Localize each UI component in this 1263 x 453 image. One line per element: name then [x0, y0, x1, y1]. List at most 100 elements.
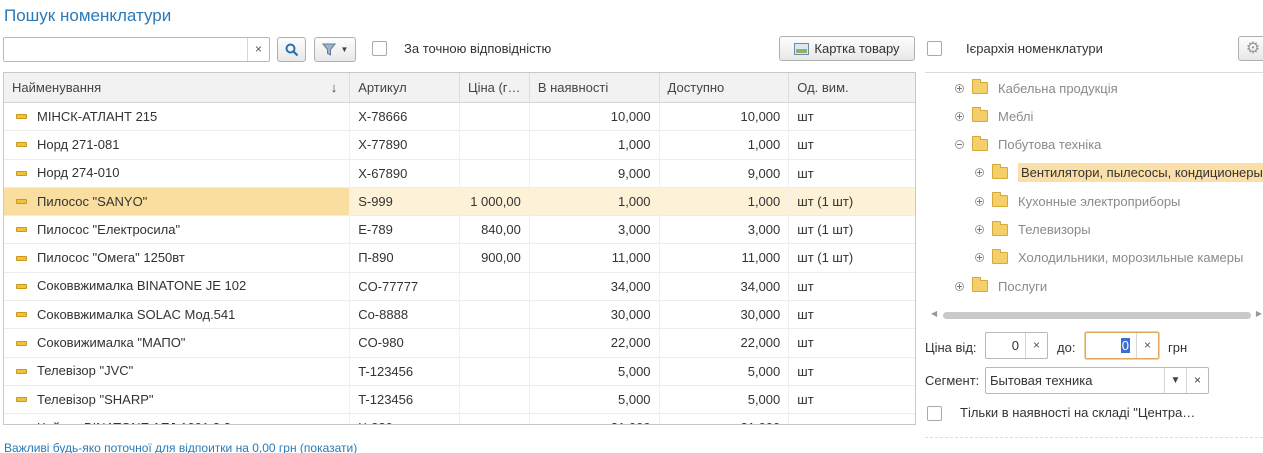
tree-item[interactable]: Послуги	[955, 275, 1047, 297]
table-row[interactable]: Телевізор "JVC" T-123456 5,000 5,000 шт	[4, 357, 915, 386]
cell-price	[460, 357, 530, 385]
column-header-available[interactable]: Доступно	[660, 73, 790, 102]
cell-price	[460, 329, 530, 357]
product-name: Пилосос "Омега" 1250вт	[37, 250, 185, 266]
table-row[interactable]: МІНСК-АТЛАНТ 215 X-78666 10,000 10,000 шт	[4, 103, 915, 132]
cell-price	[460, 159, 530, 187]
table-row[interactable]: Норд 274-010 X-67890 9,000 9,000 шт	[4, 159, 915, 188]
expand-icon[interactable]	[975, 196, 984, 206]
expand-icon[interactable]	[975, 253, 984, 263]
column-header-sku[interactable]: Артикул	[350, 73, 460, 102]
cell-in-stock: 1,000	[530, 187, 660, 216]
table-row[interactable]: Чайник BINATONE AEJ-1001 2,2л Ч-880 21,000…	[4, 414, 915, 424]
search-input[interactable]	[4, 38, 244, 61]
cell-unit: шт (1 шт)	[797, 250, 854, 266]
segment-label: Сегмент:	[925, 373, 980, 388]
cell-available: 22,000	[660, 329, 790, 357]
price-to-value[interactable]: 0	[1086, 333, 1136, 358]
clear-segment-button[interactable]: ×	[1186, 368, 1208, 393]
product-name: Норд 271-081	[37, 136, 120, 152]
product-icon	[16, 312, 27, 318]
folder-icon	[992, 163, 1008, 179]
table-row[interactable]: Соковвжималка SOLAC Мод.541 Co-8888 30,000…	[4, 301, 915, 330]
expand-icon[interactable]	[955, 281, 964, 291]
table-row[interactable]: Пилосос "Омега" 1250вт П-890 900,00 11,000 1…	[4, 244, 915, 273]
table-row[interactable]: Пилосос "SANYO" S-999 1 000,00 1,000 1,000 шт…	[4, 187, 915, 217]
tree-horizontal-scrollbar[interactable]: ◀ ▶	[925, 309, 1263, 322]
cell-in-stock: 22,000	[530, 329, 660, 357]
cell-available: 5,000	[660, 385, 790, 414]
search-field[interactable]: ×	[3, 37, 270, 62]
product-icon	[16, 368, 27, 374]
table-row[interactable]: Соковвжималка BINATONE JE 102 CO-77777 34,…	[4, 272, 915, 302]
table-row[interactable]: Телевізор "SHARP" T-123456 5,000 5,000 шт	[4, 385, 915, 415]
hierarchy-label: Ієрархія номенклатури	[966, 41, 1103, 56]
price-from-value[interactable]: 0	[986, 333, 1025, 358]
clear-search-button[interactable]: ×	[247, 38, 269, 61]
tree-item[interactable]: Побутова техніка	[955, 134, 1101, 156]
scrollbar-thumb[interactable]	[943, 312, 1251, 319]
hierarchy-tree[interactable]: Кабельна продукція Меблі Побутова техніка В…	[925, 72, 1263, 322]
scroll-right-icon[interactable]: ▶	[1256, 309, 1262, 318]
gear-icon: ⚙	[1245, 39, 1261, 57]
table-body: МІНСК-АТЛАНТ 215 X-78666 10,000 10,000 шт Нор…	[4, 103, 915, 424]
tree-item[interactable]: Холодильники, морозильные камеры	[975, 247, 1243, 269]
cell-available: 3,000	[660, 216, 790, 244]
product-card-label: Картка товару	[814, 41, 900, 56]
scroll-left-icon[interactable]: ◀	[931, 309, 937, 318]
sort-arrow-icon: ↓	[330, 80, 338, 95]
expand-icon[interactable]	[975, 225, 984, 234]
tree-item[interactable]: Кабельна продукція	[955, 77, 1118, 99]
clear-price-from-button[interactable]: ×	[1025, 333, 1047, 358]
in-stock-checkbox[interactable]	[927, 406, 942, 421]
cell-unit: шт (1 шт)	[797, 193, 854, 209]
collapse-icon[interactable]	[955, 140, 964, 150]
clear-price-to-button[interactable]: ×	[1136, 333, 1158, 358]
table-row[interactable]: Пилосос "Електросила" E-789 840,00 3,000 3,0…	[4, 216, 915, 245]
tree-item[interactable]: Вентилятори, пылесосы, кондиционеры	[975, 162, 1263, 184]
product-card-button[interactable]: Картка товару	[779, 36, 915, 61]
tree-item[interactable]: Меблі	[955, 105, 1033, 127]
expand-icon[interactable]	[955, 83, 964, 93]
column-header-in-stock[interactable]: В наявності	[530, 73, 660, 102]
tree-item[interactable]: Телевизоры	[975, 219, 1091, 241]
search-icon	[285, 43, 298, 56]
segment-value[interactable]: Бытовая техника	[986, 368, 1164, 393]
search-button[interactable]	[277, 37, 306, 62]
cell-sku: T-123456	[350, 385, 460, 414]
cell-in-stock: 30,000	[530, 301, 660, 329]
cell-price: 900,00	[460, 244, 530, 272]
expand-icon[interactable]	[955, 111, 964, 121]
cell-name: Телевізор "JVC"	[4, 357, 351, 385]
cell-unit: шт	[797, 109, 814, 124]
tree-item[interactable]: Кухонные электроприборы	[975, 190, 1180, 212]
cell-price	[460, 301, 530, 329]
segment-dropdown-icon[interactable]: ▼	[1164, 368, 1186, 393]
product-name: Телевізор "SHARP"	[37, 391, 154, 407]
price-to-field[interactable]: 0 ×	[1085, 332, 1159, 359]
cell-sku: CO-77777	[350, 272, 460, 301]
folder-icon	[972, 107, 988, 123]
exact-match-checkbox[interactable]	[372, 41, 387, 56]
cell-sku: E-789	[350, 216, 460, 244]
tree-item-label: Вентилятори, пылесосы, кондиционеры	[1018, 163, 1263, 183]
column-header-unit[interactable]: Од. вим.	[789, 73, 915, 102]
column-header-price[interactable]: Ціна (г…	[460, 73, 530, 102]
settings-button[interactable]: ⚙	[1238, 36, 1263, 61]
table-row[interactable]: Норд 271-081 X-77890 1,000 1,000 шт	[4, 131, 915, 160]
footer-note-link[interactable]: Важливі будь-яко поточної для відпоитки …	[4, 441, 357, 453]
products-table[interactable]: Найменування ↓ Артикул Ціна (г… В наявнос…	[3, 72, 916, 425]
table-row[interactable]: Соковижималка "МАПО" CO-980 22,000 22,000 шт	[4, 329, 915, 358]
filter-button[interactable]: ▼	[314, 37, 356, 62]
hierarchy-checkbox[interactable]	[927, 41, 942, 56]
page-title: Пошук номенклатури	[4, 6, 172, 25]
segment-select[interactable]: Бытовая техника ▼ ×	[985, 367, 1209, 394]
product-name: МІНСК-АТЛАНТ 215	[37, 108, 158, 124]
product-icon	[16, 255, 27, 261]
expand-icon[interactable]	[975, 168, 984, 178]
price-from-field[interactable]: 0 ×	[985, 332, 1048, 359]
table-header: Найменування ↓ Артикул Ціна (г… В наявнос…	[4, 73, 915, 103]
column-header-name[interactable]: Найменування ↓	[4, 73, 351, 102]
cell-available: 21,000	[660, 414, 790, 424]
currency-label: грн	[1168, 340, 1188, 355]
